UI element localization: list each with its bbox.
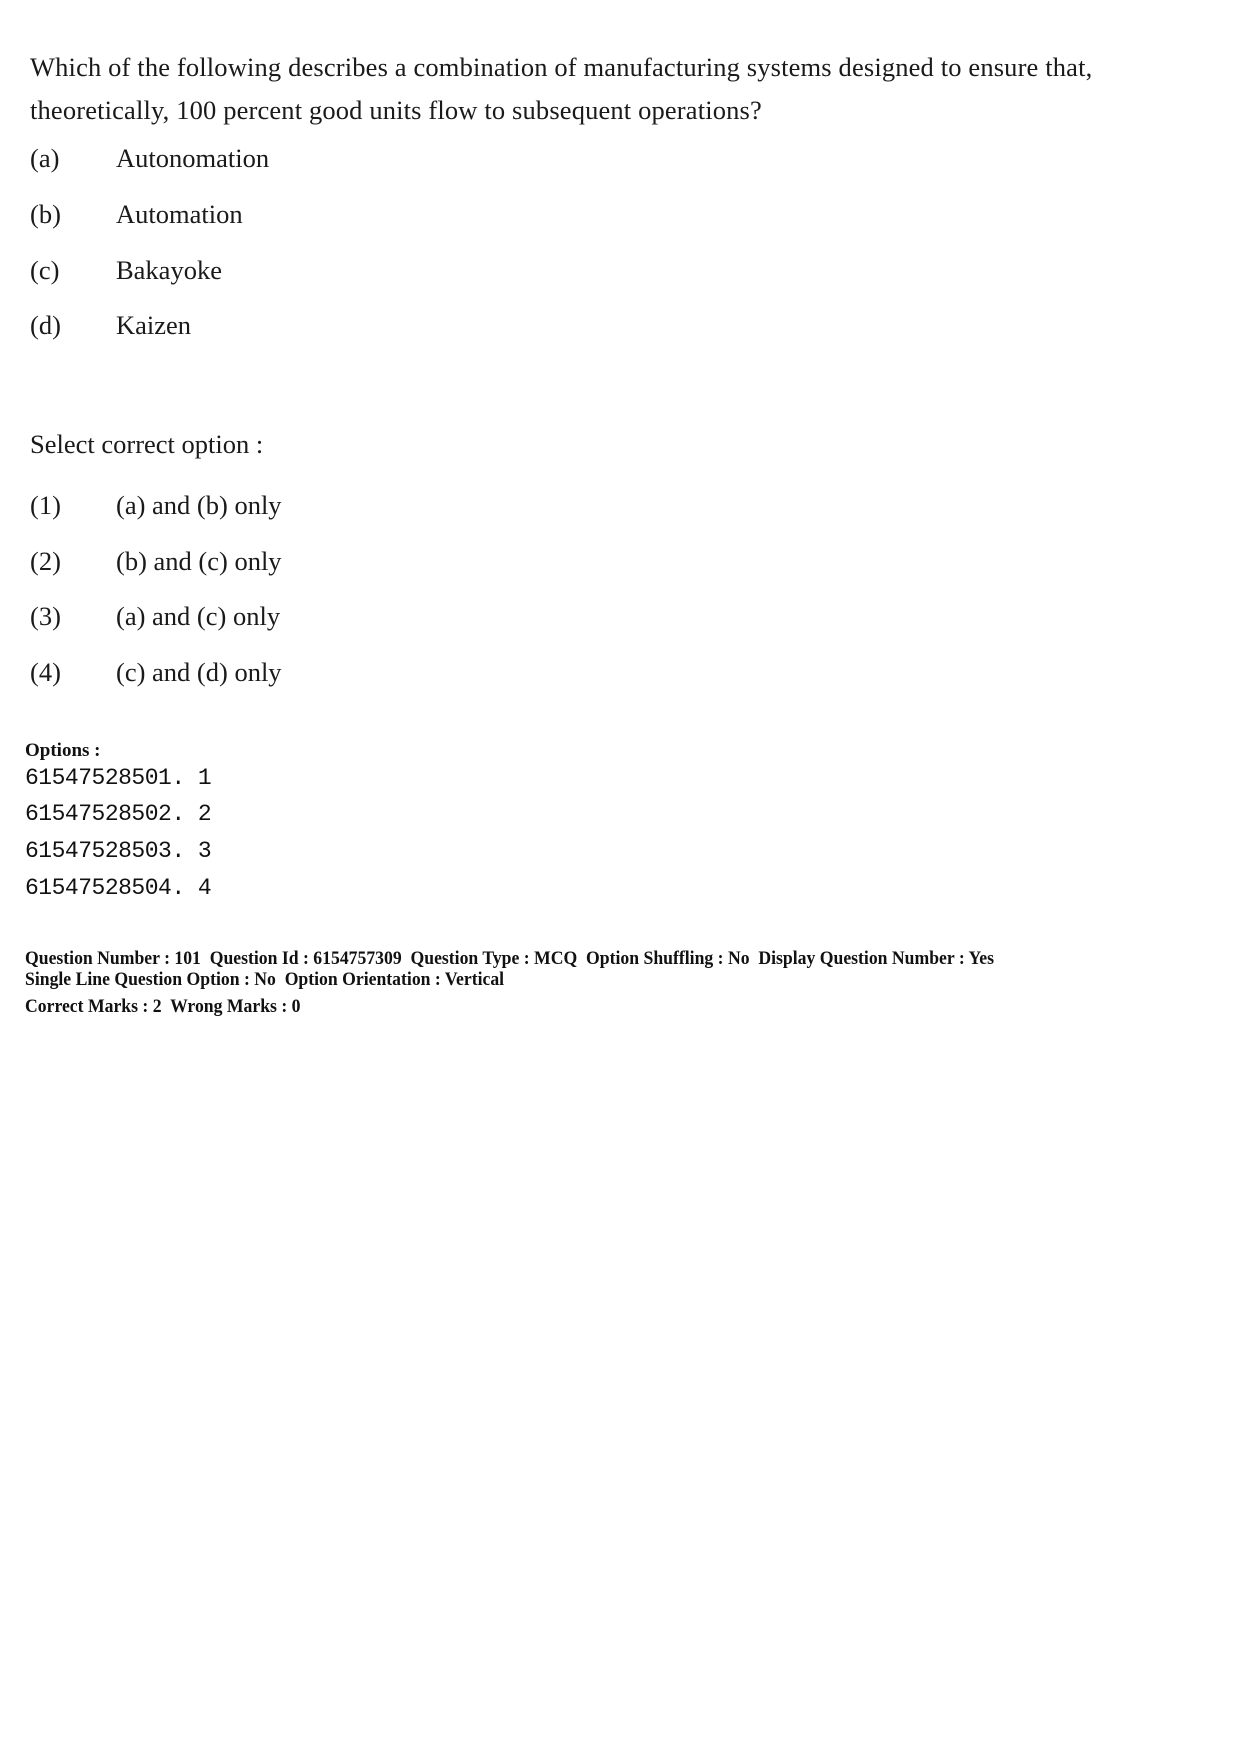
choice-label: (2) <box>30 546 61 576</box>
choice-4: (4) (c) and (d) only <box>30 656 282 688</box>
choice-text: (a) and (c) only <box>116 601 281 631</box>
choice-label: (4) <box>30 657 61 687</box>
statement-label: (a) <box>30 143 60 173</box>
statement-text: Autonomation <box>116 143 270 173</box>
choice-1: (1) (a) and (b) only <box>30 489 282 521</box>
choice-2: (2) (b) and (c) only <box>30 545 282 577</box>
statement-c: (c) Bakayoke <box>30 254 222 286</box>
option-code-2: 61547528502. 2 <box>25 801 212 827</box>
statement-label: (b) <box>30 199 61 229</box>
statement-d: (d) Kaizen <box>30 309 191 341</box>
option-code-3: 61547528503. 3 <box>25 838 212 864</box>
question-meta-line-1: Question Number : 101 Question Id : 6154… <box>25 948 995 969</box>
question-text: Which of the following describes a combi… <box>30 52 1093 125</box>
statement-text: Automation <box>116 199 243 229</box>
choice-label: (1) <box>30 490 61 520</box>
question-meta-line-2: Single Line Question Option : No Option … <box>25 969 505 990</box>
statement-label: (d) <box>30 310 61 340</box>
option-code-1: 61547528501. 1 <box>25 765 212 791</box>
marks-line: Correct Marks : 2 Wrong Marks : 0 <box>25 996 301 1017</box>
statement-text: Bakayoke <box>116 255 222 285</box>
statement-b: (b) Automation <box>30 198 243 230</box>
statement-a: (a) Autonomation <box>30 142 269 174</box>
select-prompt: Select correct option : <box>30 429 264 459</box>
choice-text: (a) and (b) only <box>116 490 282 520</box>
statement-text: Kaizen <box>116 310 192 340</box>
choice-3: (3) (a) and (c) only <box>30 600 280 632</box>
statement-label: (c) <box>30 255 60 285</box>
options-heading: Options : <box>25 740 101 761</box>
choice-text: (b) and (c) only <box>116 546 282 576</box>
choice-label: (3) <box>30 601 61 631</box>
choice-text: (c) and (d) only <box>116 657 282 687</box>
option-code-4: 61547528504. 4 <box>25 875 212 901</box>
